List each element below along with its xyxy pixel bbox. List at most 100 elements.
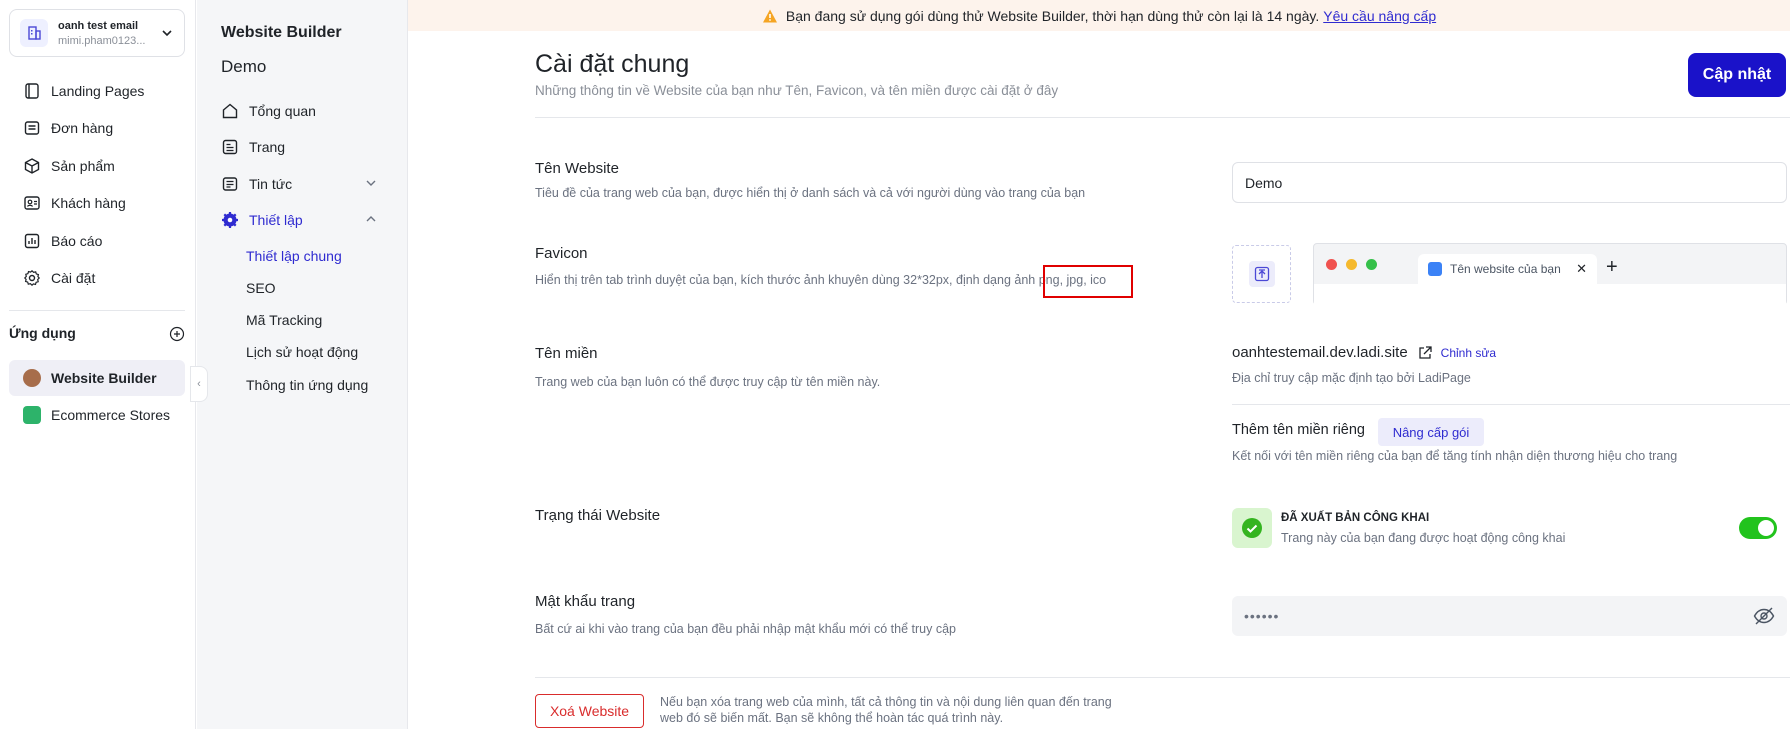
gear-icon	[222, 212, 238, 228]
update-button[interactable]: Cập nhật	[1688, 53, 1786, 97]
preview-tab-label: Tên website của bạn	[1450, 262, 1561, 276]
nav-products[interactable]: Sản phẩm	[9, 147, 185, 185]
landing-pages-icon	[25, 83, 39, 99]
upload-icon	[1248, 261, 1275, 287]
page-icon	[222, 139, 238, 155]
upgrade-request-link[interactable]: Yêu cầu nâng cấp	[1323, 8, 1436, 24]
favicon-preview: Tên website của bạn ✕ +	[1313, 243, 1787, 305]
domain-value-description: Địa chỉ truy cập mặc định tạo bởi LadiPa…	[1232, 371, 1471, 385]
favicon-upload[interactable]	[1232, 245, 1291, 303]
favicon-title: Favicon	[535, 245, 588, 262]
page-description: Những thông tin về Website của bạn như T…	[535, 83, 1059, 98]
custom-domain-title: Thêm tên miền riêng	[1232, 422, 1365, 438]
sidebar-item-setup[interactable]: Thiết lập	[221, 208, 387, 232]
domain-value: oanhtestemail.dev.ladi.site	[1232, 344, 1408, 361]
app-ecommerce-stores[interactable]: Ecommerce Stores	[9, 397, 185, 433]
maximize-dot	[1366, 259, 1377, 270]
apps-heading: Ứng dụng	[9, 325, 76, 341]
main-content: Bạn đang sử dụng gói dùng thử Website Bu…	[408, 0, 1790, 729]
sidebar-sub-general[interactable]: Thiết lập chung	[246, 248, 342, 264]
home-icon	[222, 103, 238, 119]
divider	[1232, 404, 1790, 405]
banner-text: Bạn đang sử dụng gói dùng thử Website Bu…	[785, 7, 1320, 24]
browser-toolbar	[1314, 284, 1786, 305]
sidebar-sub-activity[interactable]: Lịch sử hoạt động	[246, 344, 358, 360]
building-icon	[20, 19, 48, 47]
custom-domain-description: Kết nối với tên miền riêng của bạn để tă…	[1232, 449, 1678, 463]
status-label: ĐÃ XUẤT BẢN CÔNG KHAI	[1281, 512, 1430, 524]
highlight-box	[1043, 265, 1133, 298]
nav-settings[interactable]: Cài đặt	[9, 260, 185, 298]
password-description: Bất cứ ai khi vào trang của bạn đều phải…	[535, 622, 956, 636]
sidebar-item-news[interactable]: Tin tức	[221, 172, 387, 196]
nav-label: Sản phẩm	[51, 157, 115, 174]
check-icon	[1232, 508, 1272, 548]
orders-icon	[24, 121, 40, 135]
toggle-knob	[1758, 520, 1774, 536]
sidebar-sub-tracking[interactable]: Mã Tracking	[246, 312, 322, 328]
warning-icon	[762, 9, 777, 22]
account-switcher[interactable]: oanh test email mimi.pham0123...	[9, 9, 185, 57]
close-dot	[1326, 259, 1337, 270]
upgrade-plan-button[interactable]: Nâng cấp gói	[1378, 418, 1484, 446]
add-app-icon[interactable]	[169, 326, 185, 342]
app-website-builder[interactable]: Website Builder	[9, 360, 185, 396]
website-name-input[interactable]: Demo	[1232, 162, 1787, 203]
nav-reports[interactable]: Báo cáo	[9, 222, 185, 260]
settings-icon	[23, 270, 41, 287]
website-name-description: Tiêu đề của trang web của bạn, được hiển…	[535, 186, 1086, 200]
close-icon: ✕	[1576, 261, 1587, 276]
sidebar-item-overview[interactable]: Tổng quan	[221, 99, 387, 123]
delete-website-button[interactable]: Xoá Website	[535, 694, 644, 728]
section-title: Website Builder	[221, 24, 342, 41]
customers-icon	[24, 196, 40, 210]
plus-icon: +	[1606, 256, 1618, 278]
reports-icon	[24, 233, 40, 248]
store-icon	[23, 406, 41, 424]
sidebar-item-label: Trang	[249, 139, 286, 155]
nav-label: Đơn hàng	[51, 120, 114, 137]
website-name-title: Tên Website	[535, 160, 619, 177]
publish-toggle[interactable]	[1739, 517, 1777, 539]
divider	[535, 117, 1790, 118]
sidebar-item-label: Thiết lập	[249, 212, 303, 228]
page-title: Cài đặt chung	[535, 50, 690, 78]
website-name: Demo	[221, 57, 267, 76]
edit-domain-link[interactable]: Chỉnh sửa	[1441, 346, 1496, 360]
news-icon	[222, 177, 238, 191]
nav-label: Khách hàng	[51, 195, 126, 212]
status-description: Trang này của bạn đang được hoạt động cô…	[1281, 531, 1566, 545]
sidebar-sub-seo[interactable]: SEO	[246, 280, 276, 296]
trial-banner: Bạn đang sử dụng gói dùng thử Website Bu…	[408, 0, 1790, 31]
favicon-description: Hiển thị trên tab trình duyệt của bạn, k…	[535, 273, 1107, 287]
password-input[interactable]: ••••••	[1232, 596, 1787, 636]
sidebar-sub-app-info[interactable]: Thông tin ứng dụng	[246, 377, 368, 393]
nav-customers[interactable]: Khách hàng	[9, 185, 185, 223]
products-icon	[24, 157, 40, 174]
sidebar-item-pages[interactable]: Trang	[221, 135, 387, 159]
password-value: ••••••	[1244, 608, 1280, 624]
divider	[535, 677, 1790, 678]
website-builder-icon	[23, 369, 41, 387]
chevron-up-icon	[366, 216, 376, 222]
chevron-down-icon	[366, 180, 376, 186]
app-label: Website Builder	[51, 370, 157, 386]
domain-row: oanhtestemail.dev.ladi.site Chỉnh sửa	[1232, 344, 1496, 361]
nav-label: Báo cáo	[51, 232, 103, 249]
external-link-icon[interactable]	[1417, 345, 1433, 361]
nav-landing-pages[interactable]: Landing Pages	[9, 72, 185, 110]
app-window: oanh test email mimi.pham0123... Landing…	[0, 0, 1790, 729]
nav-orders[interactable]: Đơn hàng	[9, 110, 185, 148]
divider	[9, 310, 185, 311]
preview-tab: Tên website của bạn ✕	[1418, 254, 1597, 284]
domain-title: Tên miền	[535, 345, 598, 362]
password-title: Mật khẩu trang	[535, 593, 636, 610]
sidebar-item-label: Tổng quan	[249, 103, 316, 119]
collapse-sidebar-button[interactable]: ‹	[190, 366, 208, 402]
account-email: mimi.pham0123...	[58, 34, 146, 47]
favicon-icon	[1428, 262, 1442, 276]
delete-description: Nếu bạn xóa trang web của mình, tất cả t…	[660, 695, 1112, 725]
minimize-dot	[1346, 259, 1357, 270]
website-builder-sidebar: Website Builder Demo Tổng quan Trang Tin…	[197, 0, 408, 729]
eye-off-icon[interactable]	[1753, 606, 1775, 626]
